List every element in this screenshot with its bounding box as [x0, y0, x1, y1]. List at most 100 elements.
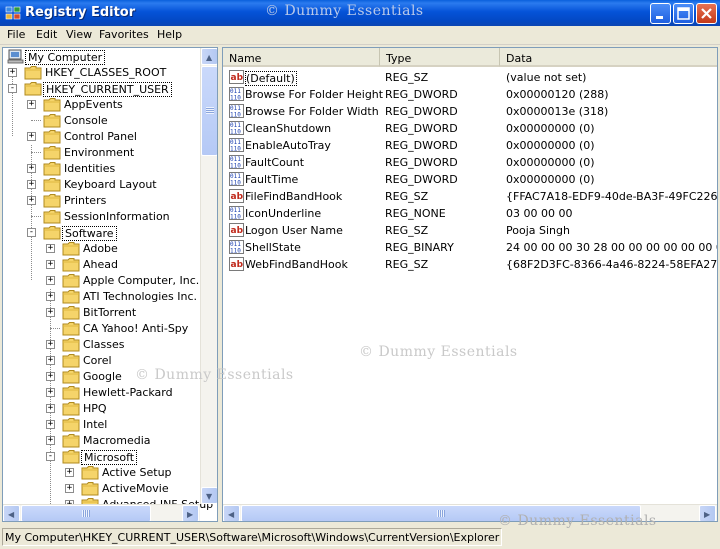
menu-help[interactable]: Help: [157, 28, 182, 41]
minimize-button[interactable]: [650, 3, 671, 24]
folder-icon: [43, 145, 61, 160]
value-row[interactable]: ab FileFindBandHook REG_SZ {FFAC7A18-EDF9-4…: [223, 188, 717, 205]
value-data: 24 00 00 00 30 28 00 00 00 00 00 00 00 0…: [506, 241, 717, 254]
folder-icon: [62, 433, 80, 448]
folder-icon: [43, 209, 61, 224]
expand-icon[interactable]: +: [27, 132, 36, 141]
expand-icon[interactable]: +: [46, 340, 55, 349]
close-button[interactable]: [696, 3, 717, 24]
value-name: Browse For Folder Height: [245, 88, 384, 101]
value-type: REG_DWORD: [385, 122, 458, 135]
folder-icon: [62, 289, 80, 304]
expand-icon[interactable]: +: [46, 276, 55, 285]
value-type: REG_DWORD: [385, 173, 458, 186]
value-name: IconUnderline: [245, 207, 322, 220]
folder-icon: [81, 465, 99, 480]
expand-icon[interactable]: +: [46, 292, 55, 301]
value-row[interactable]: 011 110 Browse For Folder Height REG_DWORD 0…: [223, 86, 717, 103]
value-row[interactable]: 011 110 ShellState REG_BINARY 24 00 00 00 30…: [223, 239, 717, 256]
value-row[interactable]: 011 110 IconUnderline REG_NONE 03 00 00 00: [223, 205, 717, 222]
value-row[interactable]: 011 110 FaultCount REG_DWORD 0x00000000 (0): [223, 154, 717, 171]
column-header-type[interactable]: Type: [380, 48, 500, 67]
value-row[interactable]: 011 110 FaultTime REG_DWORD 0x00000000 (0): [223, 171, 717, 188]
expand-icon[interactable]: +: [46, 308, 55, 317]
collapse-icon[interactable]: -: [46, 452, 55, 461]
collapse-icon[interactable]: -: [27, 228, 36, 237]
expand-icon[interactable]: +: [27, 100, 36, 109]
scroll-down-button[interactable]: ▼: [201, 487, 217, 504]
watermark: © Dummy Essentials: [498, 513, 657, 529]
tree-item-label: Hewlett-Packard: [83, 386, 173, 399]
close-icon: [701, 8, 712, 19]
tree-item-label: Microsoft: [81, 450, 138, 465]
folder-icon: [62, 241, 80, 256]
scroll-left-button[interactable]: ◀: [223, 505, 240, 521]
registry-editor-icon: [5, 6, 21, 20]
tree-item-label: Adobe: [83, 242, 118, 255]
folder-icon: [24, 81, 42, 96]
expand-icon[interactable]: +: [27, 196, 36, 205]
value-row[interactable]: ab WebFindBandHook REG_SZ {68F2D3FC-8366-4a…: [223, 256, 717, 273]
expand-icon[interactable]: +: [8, 68, 17, 77]
expand-icon[interactable]: +: [46, 260, 55, 269]
expand-icon[interactable]: +: [46, 372, 55, 381]
collapse-icon[interactable]: -: [8, 84, 17, 93]
column-header-data[interactable]: Data: [500, 48, 717, 67]
svg-text:110: 110: [230, 163, 241, 170]
svg-text:110: 110: [230, 248, 241, 255]
tree-horizontal-scrollbar[interactable]: ◀ ▶: [3, 504, 200, 521]
scroll-thumb[interactable]: [201, 66, 217, 156]
tree-item-label: ActiveMovie: [102, 482, 169, 495]
value-data: 0x00000000 (0): [506, 139, 595, 152]
watermark: © Dummy Essentials: [359, 344, 518, 360]
expand-icon[interactable]: +: [46, 356, 55, 365]
menu-view[interactable]: View: [66, 28, 92, 41]
scroll-thumb-horizontal[interactable]: [21, 505, 151, 521]
tree-item-label: SessionInformation: [64, 210, 170, 223]
expand-icon[interactable]: +: [65, 468, 74, 477]
folder-icon: [43, 177, 61, 192]
menu-edit[interactable]: Edit: [36, 28, 57, 41]
svg-text:110: 110: [230, 180, 241, 187]
scroll-right-button[interactable]: ▶: [699, 505, 716, 521]
expand-icon[interactable]: +: [46, 244, 55, 253]
value-row[interactable]: 011 110 Browse For Folder Width REG_DWORD 0x…: [223, 103, 717, 120]
value-type: REG_DWORD: [385, 88, 458, 101]
value-type: REG_DWORD: [385, 139, 458, 152]
value-row[interactable]: 011 110 EnableAutoTray REG_DWORD 0x00000000 …: [223, 137, 717, 154]
menu-favorites[interactable]: Favorites: [99, 28, 149, 41]
expand-icon[interactable]: +: [46, 436, 55, 445]
column-header-name[interactable]: Name: [223, 48, 380, 67]
scroll-left-button[interactable]: ◀: [3, 505, 20, 521]
expand-icon[interactable]: +: [46, 404, 55, 413]
tree-item-label: Console: [64, 114, 108, 127]
expand-icon[interactable]: +: [46, 388, 55, 397]
folder-icon: [62, 257, 80, 272]
string-value-icon: ab: [229, 223, 244, 237]
value-data: 0x00000120 (288): [506, 88, 609, 101]
expand-icon[interactable]: +: [65, 484, 74, 493]
expand-icon[interactable]: +: [27, 180, 36, 189]
value-row[interactable]: 011 110 CleanShutdown REG_DWORD 0x00000000 (…: [223, 120, 717, 137]
tree-item-label: Apple Computer, Inc.: [83, 274, 200, 287]
scroll-right-button[interactable]: ▶: [182, 505, 199, 521]
title-bar[interactable]: Registry Editor © Dummy Essentials: [0, 0, 720, 26]
window-title: Registry Editor: [25, 5, 136, 20]
menu-file[interactable]: File: [7, 28, 25, 41]
value-data: (value not set): [506, 71, 587, 84]
value-row[interactable]: ab Logon User Name REG_SZ Pooja Singh: [223, 222, 717, 239]
scroll-up-button[interactable]: ▲: [201, 48, 217, 65]
folder-icon: [24, 65, 42, 80]
value-name: CleanShutdown: [245, 122, 332, 135]
expand-icon[interactable]: +: [27, 164, 36, 173]
values-list-pane[interactable]: Name Type Data ab (Default) REG_SZ (value n…: [222, 47, 718, 522]
value-row[interactable]: ab (Default) REG_SZ (value not set): [223, 69, 717, 86]
expand-icon[interactable]: +: [46, 420, 55, 429]
svg-text:ab: ab: [231, 226, 244, 236]
maximize-button[interactable]: [673, 3, 694, 24]
key-tree-pane[interactable]: My Computer + HKEY_CLASSES_ROOT - HKEY_CURR…: [2, 47, 218, 522]
value-name: EnableAutoTray: [245, 139, 331, 152]
value-data: {FFAC7A18-EDF9-40de-BA3F-49FC22698552}: [506, 190, 718, 203]
tree-vertical-scrollbar[interactable]: ▲ ▼: [200, 48, 217, 504]
folder-icon: [81, 481, 99, 496]
